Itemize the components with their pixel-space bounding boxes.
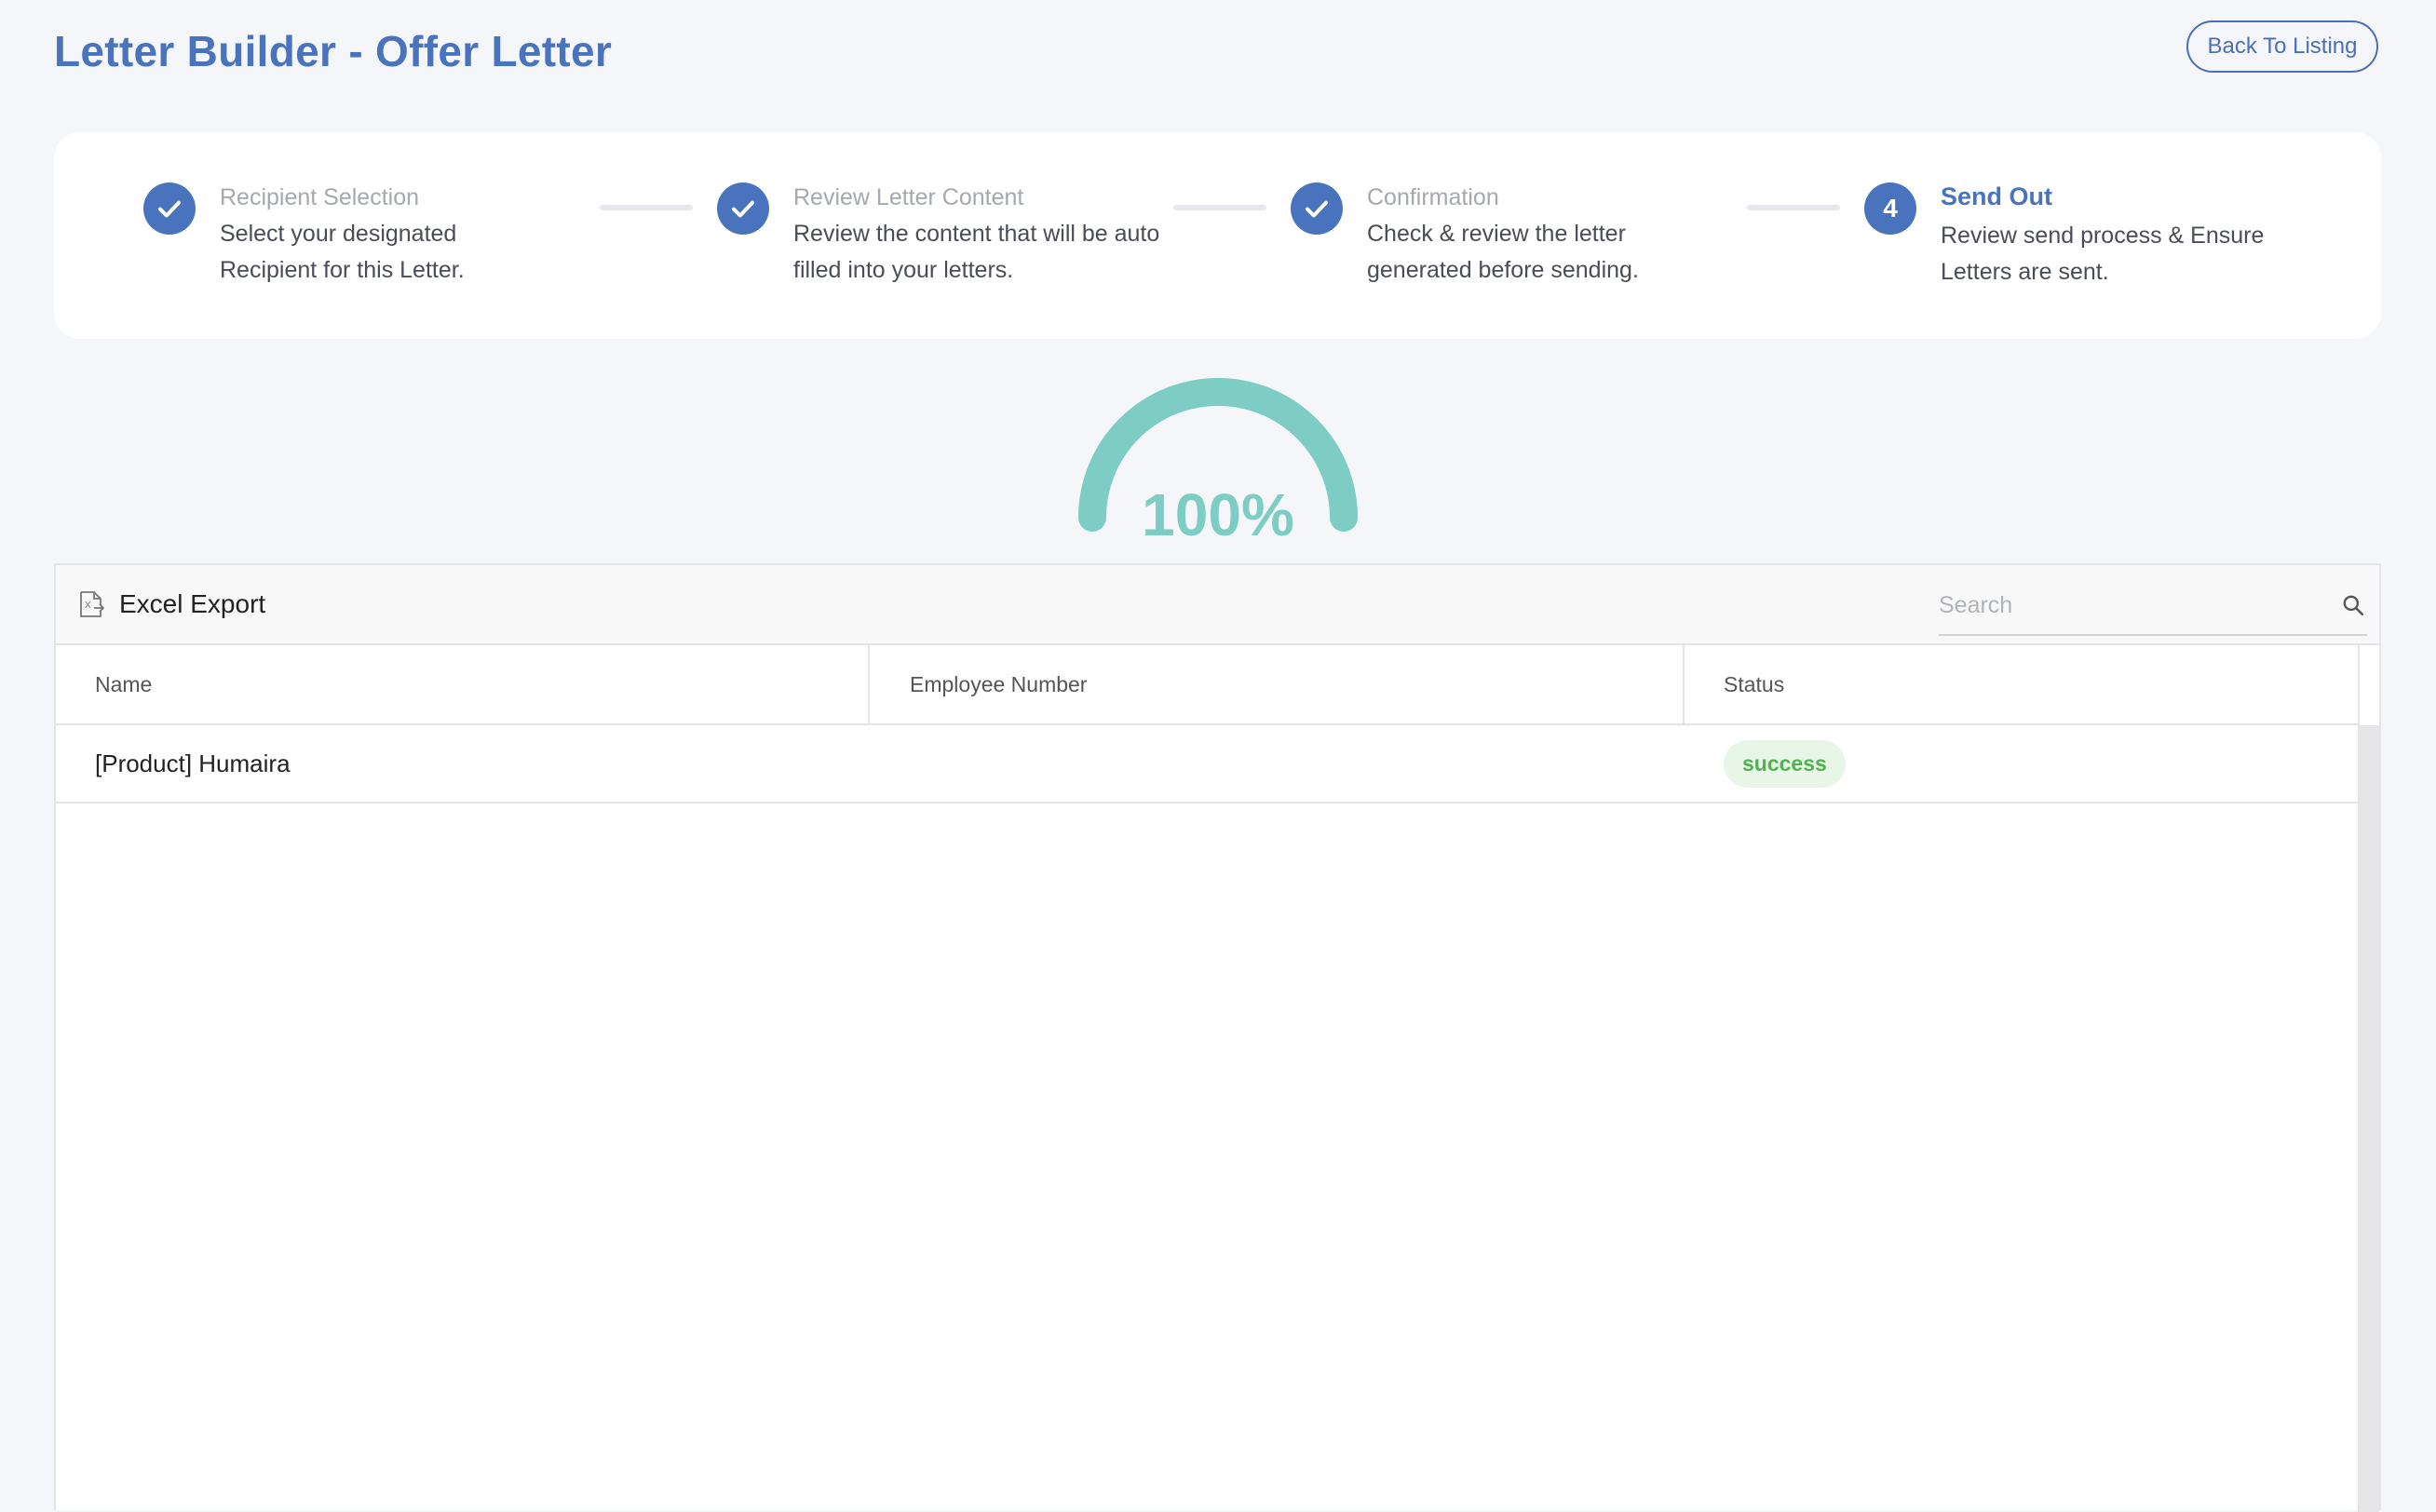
table-row[interactable]: [Product] Humaira success [56, 725, 2358, 803]
step-description: Check & review the letter generated befo… [1367, 221, 1639, 283]
progress-percent: 100% [1142, 481, 1294, 548]
cell-name: [Product] Humaira [95, 749, 291, 777]
step-description: Review send process & Ensure Letters are… [1941, 223, 2265, 285]
scrollbar-thumb[interactable] [2360, 725, 2379, 1512]
step-title: Recipient Selection [220, 184, 420, 210]
table-toolbar: X Excel Export [56, 565, 2379, 645]
column-header-name[interactable]: Name [95, 645, 152, 723]
search-input[interactable] [1939, 582, 2321, 628]
column-resize-handle[interactable] [868, 645, 870, 723]
column-resize-handle[interactable] [1683, 645, 1685, 723]
step-connector [1747, 205, 1840, 210]
search-box [1939, 582, 2367, 636]
step-description: Review the content that will be auto fil… [793, 221, 1160, 283]
column-header-status[interactable]: Status [1724, 645, 1784, 723]
check-icon [1291, 182, 1343, 235]
step-connector [1173, 205, 1266, 210]
check-icon [717, 182, 769, 235]
cell-status: success [1724, 725, 1846, 802]
step-number: 4 [1864, 182, 1916, 235]
excel-file-icon: X [80, 591, 104, 617]
table-header-row: Name Employee Number Status [56, 645, 2358, 725]
stepper: Recipient Selection Select your designat… [54, 132, 2381, 339]
page-title: Letter Builder - Offer Letter [54, 27, 613, 75]
check-icon [143, 182, 196, 235]
status-badge: success [1724, 739, 1846, 788]
search-icon[interactable] [2341, 593, 2365, 617]
excel-export-label: Excel Export [119, 589, 266, 618]
back-to-listing-button[interactable]: Back To Listing [2186, 20, 2378, 73]
results-table: X Excel Export Name Employee Number Stat… [54, 563, 2381, 1512]
step-title: Confirmation [1367, 184, 1499, 210]
step-description: Select your designated Recipient for thi… [220, 221, 465, 283]
step-title: Review Letter Content [793, 184, 1024, 210]
step-title: Send Out [1941, 182, 2052, 210]
column-header-employee-number[interactable]: Employee Number [910, 645, 1087, 723]
step-connector [600, 205, 693, 210]
excel-export-button[interactable]: X Excel Export [78, 589, 265, 619]
svg-text:X: X [85, 601, 91, 611]
